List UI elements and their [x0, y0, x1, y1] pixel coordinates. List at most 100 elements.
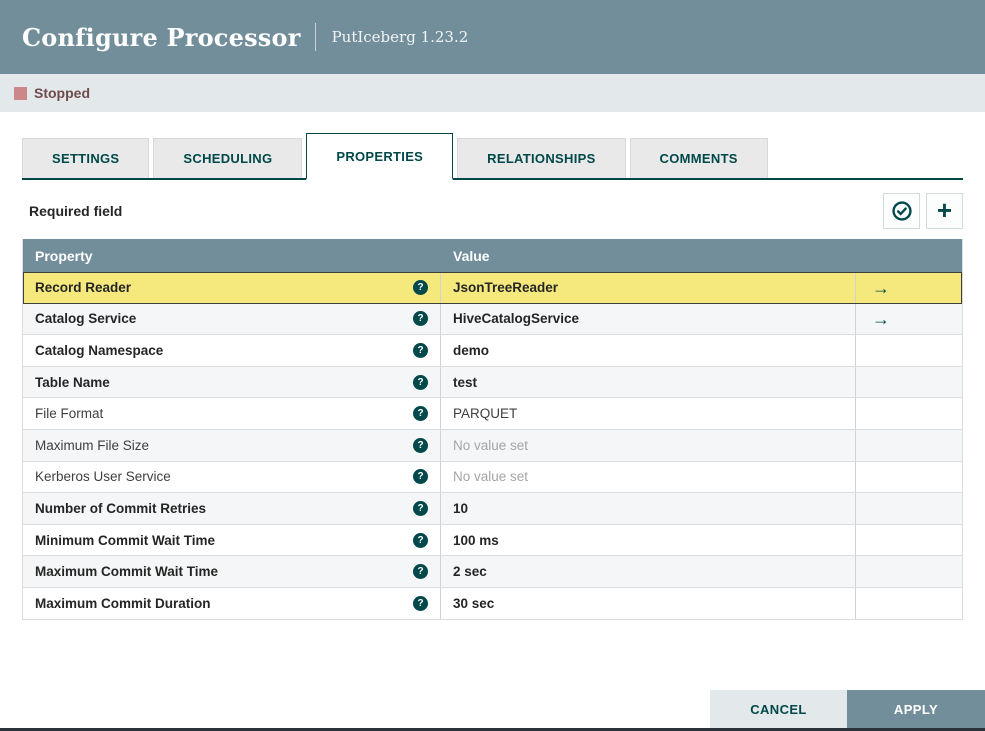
value-cell[interactable]: No value set	[441, 461, 856, 493]
property-name: Record Reader	[35, 280, 132, 296]
actions-cell	[856, 398, 962, 429]
property-name: Catalog Namespace	[35, 342, 164, 358]
actions-cell	[856, 462, 962, 493]
help-icon[interactable]: ?	[413, 437, 428, 453]
help-icon[interactable]: ?	[413, 469, 428, 485]
property-name: Maximum Commit Duration	[35, 595, 211, 611]
go-to-service-arrow-icon[interactable]: →	[872, 310, 890, 328]
actions-cell	[856, 430, 962, 461]
table-row[interactable]: Catalog Service? HiveCatalogService →	[23, 303, 962, 336]
table-row[interactable]: Kerberos User Service? No value set	[23, 461, 962, 494]
dialog-footer: CANCEL APPLY	[710, 690, 985, 728]
tab-relationships[interactable]: RELATIONSHIPS	[457, 138, 626, 178]
properties-table: Property Value Record Reader? JsonTreeRea…	[22, 239, 963, 620]
tab-properties[interactable]: PROPERTIES	[306, 133, 454, 180]
value-cell[interactable]: 10	[441, 493, 856, 524]
processor-type-version: PutIceberg 1.23.2	[331, 28, 469, 46]
dialog-title: Configure Processor	[22, 22, 301, 52]
help-icon[interactable]: ?	[413, 342, 428, 358]
property-cell: Table Name?	[23, 366, 441, 398]
property-value: PARQUET	[453, 406, 518, 422]
value-cell[interactable]: 100 ms	[441, 524, 856, 556]
property-cell: Maximum Commit Wait Time?	[23, 556, 441, 587]
required-field-label: Required field	[29, 203, 123, 219]
toolbar-buttons: +	[877, 193, 963, 229]
property-value: HiveCatalogService	[453, 311, 580, 327]
actions-cell	[856, 335, 962, 366]
properties-table-body: Record Reader? JsonTreeReader → Catalog Ser…	[23, 272, 962, 620]
column-header-actions	[856, 239, 962, 272]
property-name: Maximum File Size	[35, 437, 150, 453]
table-row[interactable]: Maximum Commit Duration? 30 sec	[23, 587, 962, 620]
tab-settings[interactable]: SETTINGS	[22, 138, 150, 178]
tab-scheduling[interactable]: SCHEDULING	[153, 138, 303, 178]
property-name: Table Name	[35, 374, 110, 390]
property-cell: Catalog Service?	[23, 303, 441, 335]
property-cell: Maximum File Size?	[23, 429, 441, 461]
actions-cell	[856, 556, 962, 587]
check-circle-icon	[891, 200, 913, 222]
tab-comments[interactable]: COMMENTS	[629, 138, 768, 178]
value-cell[interactable]: 2 sec	[441, 556, 856, 587]
property-name: File Format	[35, 406, 104, 422]
property-cell: Minimum Commit Wait Time?	[23, 524, 441, 556]
property-value: 30 sec	[453, 595, 495, 611]
dialog-header: Configure Processor PutIceberg 1.23.2	[0, 0, 985, 74]
value-cell[interactable]: HiveCatalogService	[441, 303, 856, 335]
help-icon[interactable]: ?	[413, 374, 428, 390]
property-cell: Record Reader?	[23, 273, 441, 303]
property-cell: Maximum Commit Duration?	[23, 587, 441, 619]
value-cell[interactable]: No value set	[441, 429, 856, 461]
property-cell: Number of Commit Retries?	[23, 493, 441, 524]
plus-icon: +	[936, 195, 953, 225]
table-row[interactable]: File Format? PARQUET	[23, 398, 962, 430]
help-icon[interactable]: ?	[413, 406, 428, 422]
property-cell: Kerberos User Service?	[23, 461, 441, 493]
properties-toolbar: Required field +	[22, 193, 963, 229]
property-name: Number of Commit Retries	[35, 500, 207, 516]
help-icon[interactable]: ?	[413, 500, 428, 516]
table-header-row: Property Value	[23, 239, 962, 272]
apply-button[interactable]: APPLY	[847, 690, 985, 728]
status-label: Stopped	[34, 85, 90, 101]
table-row[interactable]: Minimum Commit Wait Time? 100 ms	[23, 524, 962, 557]
table-row[interactable]: Maximum Commit Wait Time? 2 sec	[23, 556, 962, 588]
property-name: Catalog Service	[35, 311, 137, 327]
stopped-state-icon	[14, 86, 27, 100]
help-icon[interactable]: ?	[413, 532, 428, 548]
table-row[interactable]: Number of Commit Retries? 10	[23, 493, 962, 525]
property-cell: File Format?	[23, 398, 441, 429]
column-header-property: Property	[35, 247, 93, 264]
cancel-button[interactable]: CANCEL	[710, 690, 847, 728]
actions-cell	[856, 525, 962, 556]
dialog-content: SETTINGS SCHEDULING PROPERTIES RELATIONSHIP…	[0, 112, 985, 620]
value-cell[interactable]: PARQUET	[441, 398, 856, 429]
table-row[interactable]: Maximum File Size? No value set	[23, 429, 962, 462]
configure-processor-dialog: Configure Processor PutIceberg 1.23.2 St…	[0, 0, 985, 731]
value-cell[interactable]: demo	[441, 335, 856, 366]
value-cell[interactable]: test	[441, 366, 856, 398]
help-icon[interactable]: ?	[413, 311, 428, 327]
status-bar: Stopped	[0, 74, 985, 112]
property-cell: Catalog Namespace?	[23, 335, 441, 366]
actions-cell	[856, 367, 962, 398]
value-cell[interactable]: JsonTreeReader	[441, 273, 856, 303]
go-to-service-arrow-icon[interactable]: →	[872, 279, 890, 297]
property-value: test	[453, 374, 478, 390]
help-icon[interactable]: ?	[413, 564, 428, 580]
table-row[interactable]: Record Reader? JsonTreeReader →	[23, 272, 962, 304]
property-value: JsonTreeReader	[453, 280, 559, 296]
table-row[interactable]: Catalog Namespace? demo	[23, 335, 962, 367]
value-cell[interactable]: 30 sec	[441, 587, 856, 619]
table-row[interactable]: Table Name? test	[23, 366, 962, 399]
property-name: Minimum Commit Wait Time	[35, 532, 216, 548]
verify-properties-button[interactable]	[883, 193, 920, 229]
help-icon[interactable]: ?	[413, 595, 428, 611]
property-value: 2 sec	[453, 564, 487, 580]
property-value: demo	[453, 342, 490, 358]
add-property-button[interactable]: +	[926, 193, 963, 229]
help-icon[interactable]: ?	[413, 280, 428, 296]
actions-cell	[856, 588, 962, 619]
column-header-value: Value	[453, 247, 490, 264]
property-name: Kerberos User Service	[35, 469, 171, 485]
